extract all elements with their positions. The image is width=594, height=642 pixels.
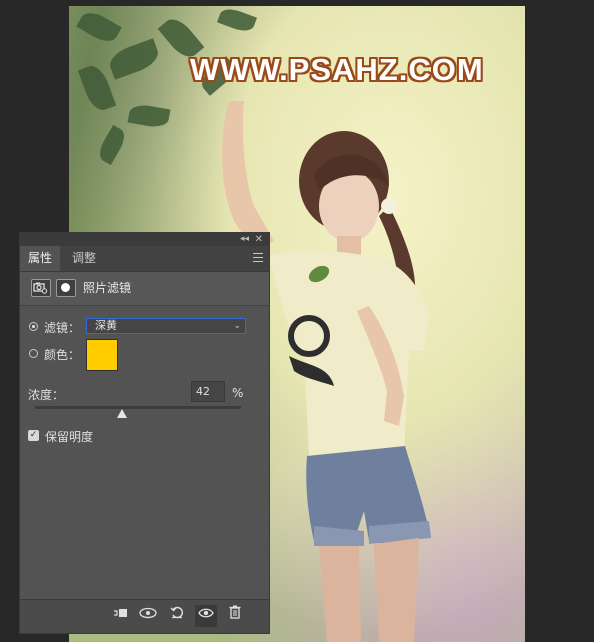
chevron-down-icon: ⌄ — [233, 321, 241, 331]
density-slider-track[interactable] — [35, 406, 241, 409]
panel-footer — [20, 599, 269, 633]
preserve-luminosity-row: ✓ 保留明度 — [20, 427, 269, 447]
panel-tabs: 属性 调整 — [20, 246, 269, 272]
panel-menu-icon[interactable] — [253, 253, 263, 262]
density-row: 浓度： 42 % — [20, 381, 269, 405]
visibility-icon[interactable] — [195, 605, 217, 627]
reset-icon[interactable] — [166, 605, 188, 627]
close-panel-icon[interactable]: ✕ — [255, 233, 263, 246]
adjustment-header: 照片滤镜 — [20, 272, 269, 306]
filter-radio[interactable] — [29, 322, 38, 331]
density-input[interactable]: 42 — [191, 381, 225, 402]
view-previous-state-icon[interactable] — [137, 605, 159, 627]
tab-adjustments[interactable]: 调整 — [64, 246, 104, 271]
preserve-luminosity-checkbox[interactable]: ✓ — [28, 430, 39, 441]
filter-row: 滤镜： 深黄 ⌄ — [20, 315, 269, 337]
tab-properties[interactable]: 属性 — [20, 246, 61, 271]
delete-icon[interactable] — [224, 605, 246, 627]
adjustment-title: 照片滤镜 — [83, 281, 132, 295]
filter-select[interactable]: 深黄 ⌄ — [86, 318, 246, 334]
properties-panel: ◂◂ ✕ 属性 调整 照片滤镜 滤镜： 深黄 ⌄ 颜色： 浓度： 42 % ✓ … — [19, 232, 270, 634]
watermark-text: WWW.PSAHZ.COM — [190, 52, 484, 87]
density-slider-thumb[interactable] — [116, 409, 127, 418]
collapse-panel-icon[interactable]: ◂◂ — [240, 233, 249, 246]
color-swatch[interactable] — [86, 339, 118, 371]
clip-to-layer-icon[interactable] — [109, 605, 131, 627]
color-label: 颜色： — [44, 348, 81, 362]
density-unit: % — [232, 386, 244, 400]
filter-label: 滤镜： — [44, 321, 81, 335]
color-radio[interactable] — [29, 349, 38, 358]
preserve-luminosity-label: 保留明度 — [45, 430, 94, 444]
color-row: 颜色： — [20, 339, 269, 375]
photo-filter-icon — [31, 279, 51, 297]
panel-title-bar[interactable]: ◂◂ ✕ — [20, 233, 269, 246]
layer-mask-icon[interactable] — [56, 279, 76, 297]
density-label: 浓度： — [28, 388, 65, 402]
filter-select-value: 深黄 — [95, 319, 117, 332]
